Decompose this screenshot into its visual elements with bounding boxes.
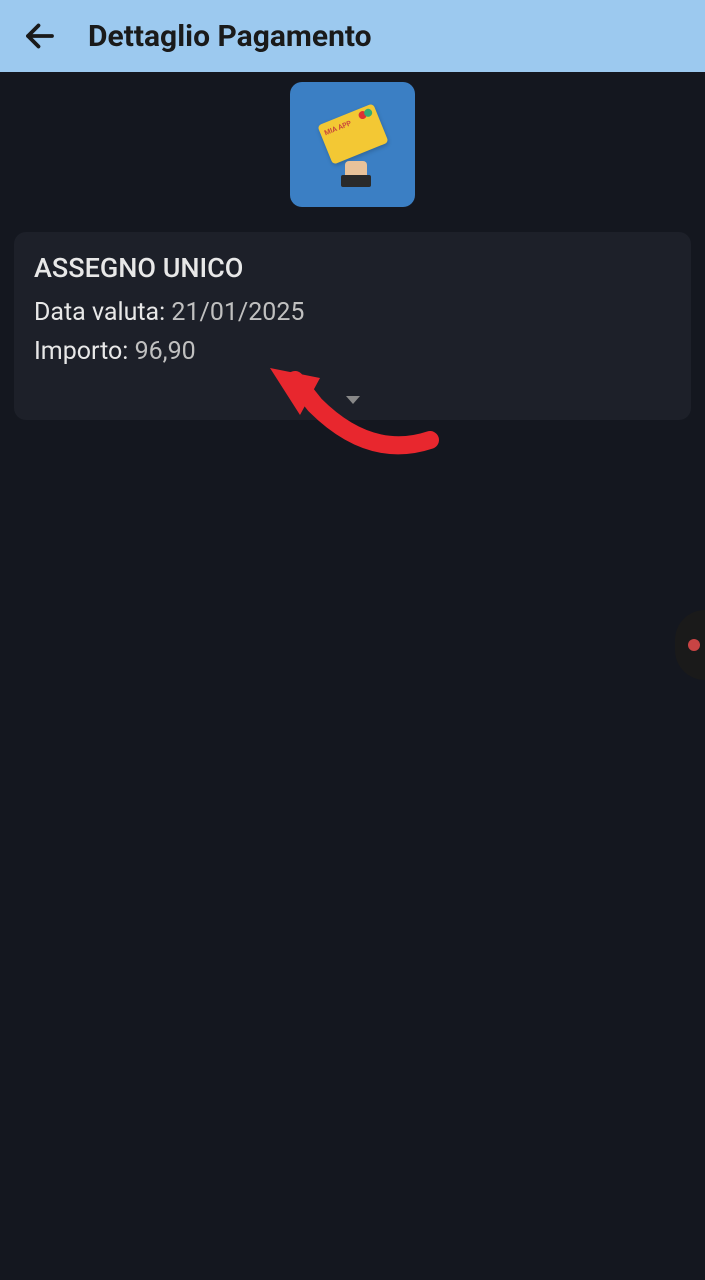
app-logo: MIA APP [290, 82, 415, 207]
payment-type-title: ASSEGNO UNICO [34, 252, 671, 284]
payment-date-row: Data valuta: 21/01/2025 [34, 298, 671, 327]
payment-detail-card[interactable]: ASSEGNO UNICO Data valuta: 21/01/2025 Im… [14, 232, 691, 420]
chevron-down-icon [346, 396, 360, 404]
date-label: Data valuta: [34, 298, 165, 327]
amount-label: Importo: [34, 337, 128, 366]
arrow-left-icon [22, 18, 58, 54]
amount-value: 96,90 [135, 337, 196, 366]
content-area: MIA APP ASSEGNO UNICO Data valuta: 21/01… [0, 72, 705, 1280]
expand-toggle[interactable] [34, 376, 671, 404]
date-value: 21/01/2025 [171, 298, 304, 327]
recording-dot-icon [688, 639, 700, 651]
payment-amount-row: Importo: 96,90 [34, 337, 671, 366]
app-header: Dettaglio Pagamento [0, 0, 705, 72]
page-title: Dettaglio Pagamento [88, 19, 372, 54]
card-icon: MIA APP [317, 103, 388, 164]
logo-container: MIA APP [10, 82, 695, 232]
back-button[interactable] [20, 16, 60, 56]
